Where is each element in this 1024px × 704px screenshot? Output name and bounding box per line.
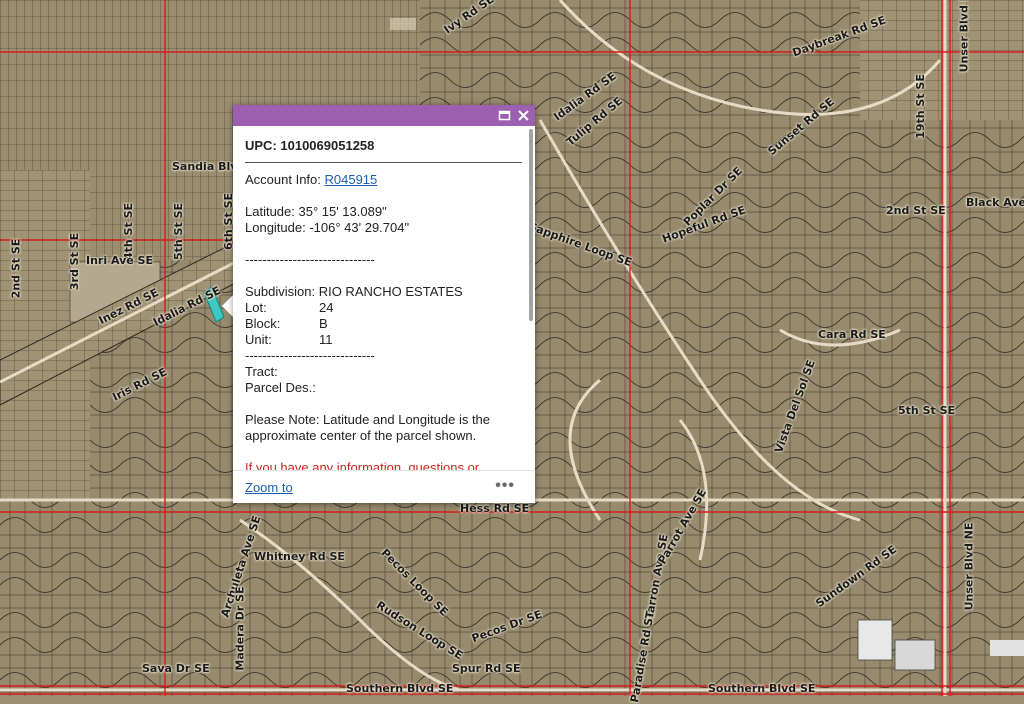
separator: ------------------------------ — [245, 252, 375, 267]
street-label: 3rd St SE — [68, 232, 82, 291]
street-label: Southern Blvd SE — [346, 682, 454, 695]
longitude-text: Longitude: -106° 43' 29.704" — [245, 220, 410, 235]
street-label: 19th St SE — [913, 74, 927, 139]
street-label: Cara Rd SE — [818, 328, 886, 341]
account-label: Account Info: — [245, 172, 325, 187]
zoom-to-link[interactable]: Zoom to — [245, 480, 293, 495]
lot-label: Lot: — [245, 300, 267, 315]
close-icon[interactable] — [515, 107, 532, 124]
popup-scrollbar[interactable] — [529, 129, 533, 321]
street-label: 4th St SE — [122, 202, 136, 261]
note-text: Please Note: Latitude and Longitude is t… — [245, 412, 491, 443]
divider — [245, 162, 522, 163]
street-label: Hess Rd SE — [460, 502, 530, 515]
street-label: Spur Rd SE — [452, 662, 521, 675]
street-label: Madera Dr SE — [233, 586, 247, 671]
street-label: 2nd St SE — [9, 238, 23, 299]
parcel-des-text: Parcel Des.: — [245, 380, 316, 395]
unit-row: Unit: 11 — [245, 332, 529, 348]
popup-content[interactable]: UPC: 1010069051258 Account Info: R045915… — [233, 126, 529, 470]
street-label: Sava Dr SE — [142, 662, 210, 675]
block-row: Block: B — [245, 316, 529, 332]
street-label: Whitney Rd SE — [254, 550, 345, 563]
separator: ------------------------------ — [245, 348, 375, 363]
account-info: Account Info: R045915 — [245, 172, 529, 188]
account-link[interactable]: R045915 — [325, 172, 378, 187]
popup-footer: Zoom to ••• — [233, 470, 535, 503]
street-label: Unser Blvd NE — [962, 522, 976, 611]
lot-value: 24 — [319, 300, 334, 315]
street-label: 2nd St SE — [886, 204, 946, 217]
maximize-icon[interactable] — [496, 107, 513, 124]
street-label: 5th St SE — [898, 404, 956, 417]
more-options-button[interactable]: ••• — [495, 477, 515, 495]
popup-header — [233, 105, 535, 126]
lot-row: Lot: 24 — [245, 300, 529, 316]
street-label: Southern Blvd SE — [708, 682, 816, 695]
street-label: Inri Ave SE — [86, 254, 153, 267]
info-request-text: If you have any information, questions o… — [245, 460, 480, 470]
latitude-text: Latitude: 35° 15' 13.089" — [245, 204, 387, 219]
street-label: Unser Blvd NE — [957, 0, 971, 73]
street-label: Black Ave SE — [966, 196, 1024, 209]
unit-value: 11 — [319, 332, 333, 347]
block-value: B — [319, 316, 328, 331]
subdivision-text: Subdivision: RIO RANCHO ESTATES — [245, 284, 463, 299]
tract-text: Tract: — [245, 364, 278, 379]
unit-label: Unit: — [245, 332, 272, 347]
upc-title: UPC: 1010069051258 — [245, 138, 375, 153]
street-label: 5th St SE — [172, 202, 186, 261]
parcel-popup: UPC: 1010069051258 Account Info: R045915… — [233, 105, 535, 503]
block-label: Block: — [245, 316, 281, 331]
